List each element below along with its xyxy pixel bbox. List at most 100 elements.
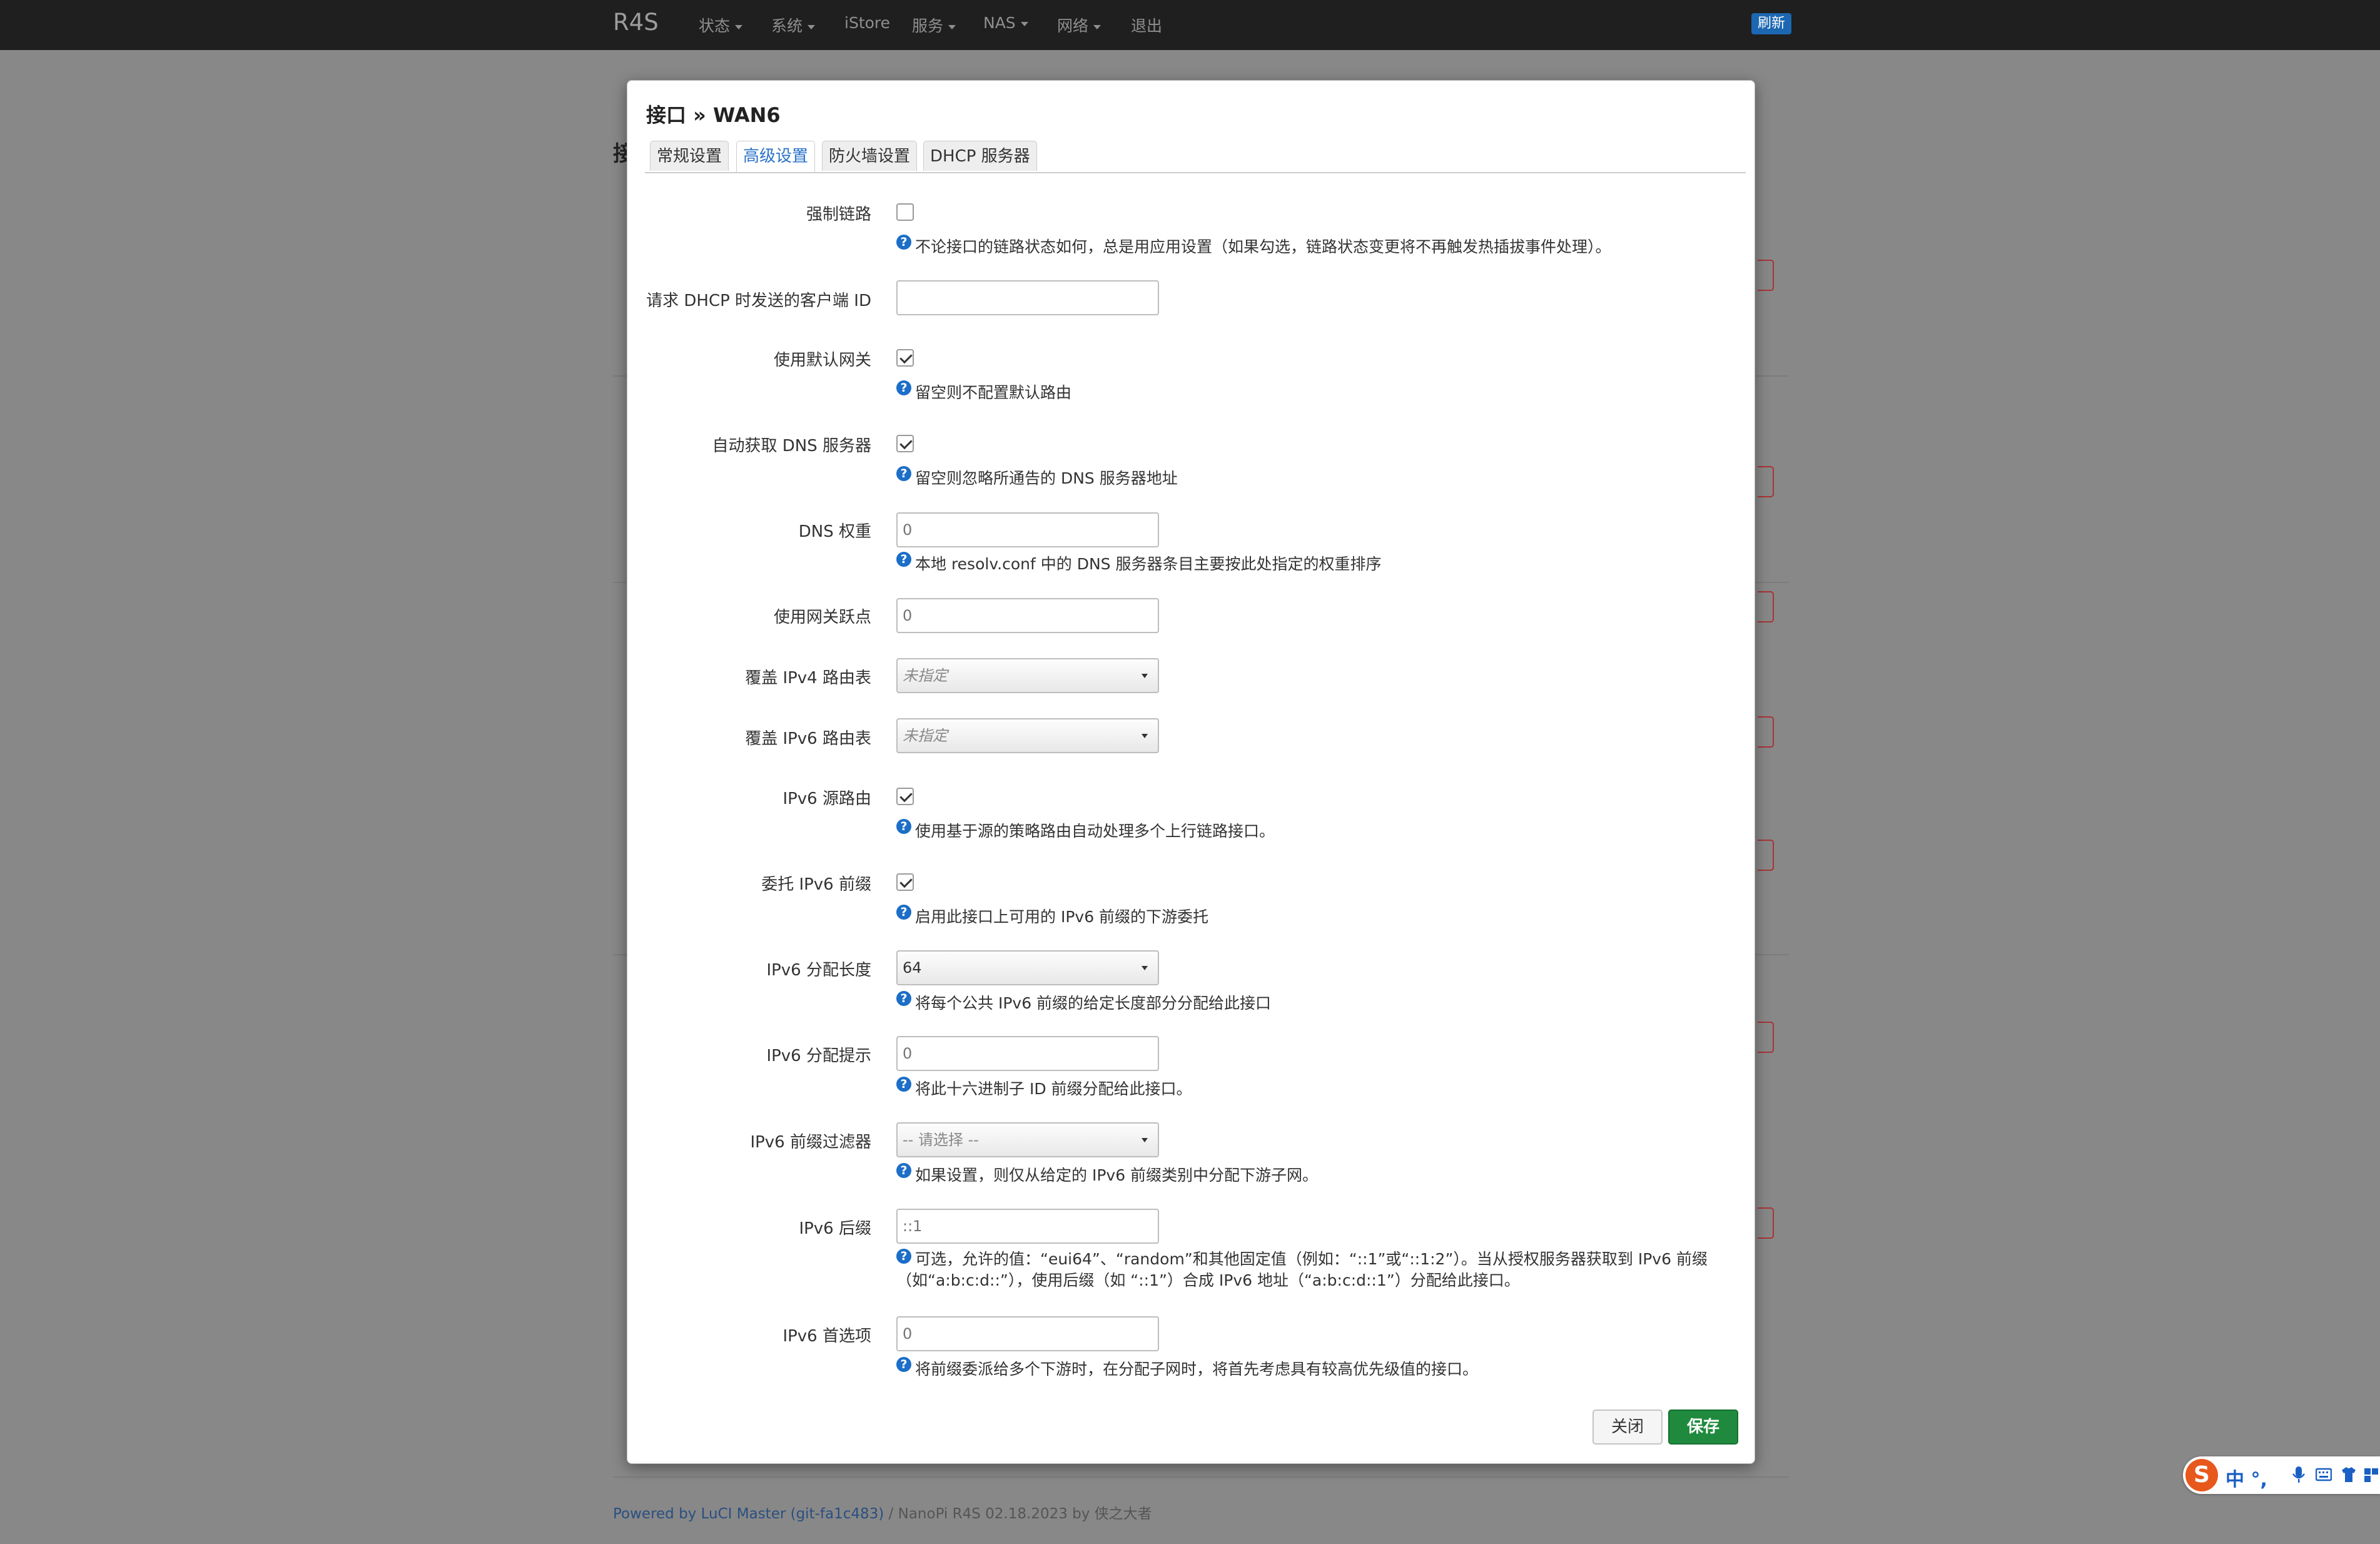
help-icon: ? xyxy=(896,380,911,395)
source-routing-checkbox[interactable] xyxy=(896,788,914,805)
nav-system-label: 系统 xyxy=(771,17,803,35)
source-routing-help: ? 使用基于源的策略路由自动处理多个上行链路接口。 xyxy=(896,819,1275,841)
nav-logout[interactable]: 退出 xyxy=(1131,14,1162,36)
nav-services[interactable]: 服务 xyxy=(912,14,956,36)
ipv4-table-label: 覆盖 IPv4 路由表 xyxy=(745,669,871,688)
interface-edit-modal: 接口 » WAN6 常规设置 高级设置 防火墙设置 DHCP 服务器 强制链路 … xyxy=(627,80,1755,1464)
help-icon: ? xyxy=(896,819,911,834)
help-icon: ? xyxy=(896,1249,911,1264)
force-link-help-text: 不论接口的链路状态如何，总是用应用设置（如果勾选，链路状态变更将不再触发热插拔事… xyxy=(915,238,1611,256)
peer-dns-label: 自动获取 DNS 服务器 xyxy=(712,437,871,455)
default-gateway-help: ? 留空则不配置默认路由 xyxy=(896,380,1071,403)
close-button[interactable]: 关闭 xyxy=(1593,1409,1663,1445)
modal-title: 接口 » WAN6 xyxy=(646,103,781,127)
background-button-edge xyxy=(1758,1022,1774,1053)
nav-logout-label: 退出 xyxy=(1131,17,1163,35)
tab-bar: 常规设置 高级设置 防火墙设置 DHCP 服务器 xyxy=(645,141,1746,173)
dropdown-arrow-icon xyxy=(1142,1138,1148,1142)
toolbox-icon[interactable] xyxy=(2363,1465,2379,1484)
client-id-input[interactable] xyxy=(896,280,1159,315)
help-icon: ? xyxy=(896,235,911,250)
help-icon: ? xyxy=(896,905,911,920)
nav-istore[interactable]: iStore xyxy=(844,14,890,32)
ipv6-table-select[interactable]: 未指定 xyxy=(896,718,1159,753)
chevron-down-icon xyxy=(808,24,816,29)
dropdown-arrow-icon xyxy=(1142,674,1148,678)
peer-dns-help-text: 留空则忽略所通告的 DNS 服务器地址 xyxy=(915,469,1178,487)
nav-network[interactable]: 网络 xyxy=(1057,14,1101,36)
ip6hint-input[interactable] xyxy=(896,1036,1159,1071)
sogou-logo-icon[interactable]: S xyxy=(2185,1459,2218,1491)
ipv4-table-select[interactable]: 未指定 xyxy=(896,658,1159,693)
background-button-edge xyxy=(1758,840,1774,871)
microphone-icon[interactable] xyxy=(2291,1465,2307,1484)
ip6class-help-text: 如果设置，则仅从给定的 IPv6 前缀类别中分配下游子网。 xyxy=(915,1166,1319,1184)
keyboard-icon[interactable] xyxy=(2316,1465,2332,1484)
footer: Powered by LuCI Master (git-fa1c483) / N… xyxy=(613,1501,1152,1523)
default-gateway-checkbox[interactable] xyxy=(896,349,914,367)
checkmark-icon xyxy=(899,436,913,450)
refresh-badge[interactable]: 刷新 xyxy=(1751,13,1792,34)
dns-weight-help: ? 本地 resolv.conf 中的 DNS 服务器条目主要按此处指定的权重排序 xyxy=(896,552,1381,574)
tab-firewall[interactable]: 防火墙设置 xyxy=(822,141,918,171)
ime-toolbar[interactable]: S 中 °, xyxy=(2183,1456,2380,1494)
help-icon: ? xyxy=(896,991,911,1006)
nav-nas-label: NAS xyxy=(983,14,1016,32)
nav-network-label: 网络 xyxy=(1057,17,1089,35)
ip6class-help: ? 如果设置，则仅从给定的 IPv6 前缀类别中分配下游子网。 xyxy=(896,1163,1318,1186)
default-gateway-help-text: 留空则不配置默认路由 xyxy=(915,383,1072,402)
background-button-edge xyxy=(1758,716,1774,748)
nav-status-label: 状态 xyxy=(699,17,731,35)
help-icon: ? xyxy=(896,466,911,481)
nav-status[interactable]: 状态 xyxy=(699,14,743,36)
dropdown-arrow-icon xyxy=(1142,966,1148,970)
background-button-edge xyxy=(1758,1207,1774,1239)
save-button[interactable]: 保存 xyxy=(1668,1409,1738,1445)
ip6-suffix-help-text: 可选，允许的值：“eui64”、“random”和其他固定值（例如：“::1”或… xyxy=(896,1250,1708,1289)
help-icon: ? xyxy=(896,552,911,567)
ipv6-table-label: 覆盖 IPv6 路由表 xyxy=(745,729,871,748)
ip6hint-help-text: 将此十六进制子 ID 前缀分配给此接口。 xyxy=(915,1080,1192,1098)
ip6class-select[interactable]: -- 请选择 -- xyxy=(896,1122,1159,1157)
ip6class-selected: -- 请选择 -- xyxy=(903,1131,979,1149)
ip6-weight-input[interactable] xyxy=(896,1316,1159,1351)
tab-advanced[interactable]: 高级设置 xyxy=(736,141,816,172)
nav-services-label: 服务 xyxy=(912,17,944,35)
dns-weight-label: DNS 权重 xyxy=(798,522,871,541)
nav-system[interactable]: 系统 xyxy=(771,14,816,36)
skin-shirt-icon[interactable] xyxy=(2341,1465,2357,1484)
ip6-weight-help: ? 将前缀委派给多个下游时，在分配子网时，将首先考虑具有较高优先级值的接口。 xyxy=(896,1357,1478,1379)
source-routing-label: IPv6 源路由 xyxy=(782,790,871,808)
divider xyxy=(613,1476,1789,1478)
delegate-help: ? 启用此接口上可用的 IPv6 前缀的下游委托 xyxy=(896,905,1208,927)
help-icon: ? xyxy=(896,1163,911,1178)
ip6-weight-label: IPv6 首选项 xyxy=(782,1327,871,1346)
brand-logo[interactable]: R4S xyxy=(613,9,659,36)
delegate-label: 委托 IPv6 前缀 xyxy=(761,875,871,894)
force-link-label: 强制链路 xyxy=(806,205,871,224)
ip6-suffix-input[interactable] xyxy=(896,1209,1159,1244)
checkmark-icon xyxy=(899,789,913,803)
background-button-edge xyxy=(1758,591,1774,622)
background-button-edge xyxy=(1758,260,1774,291)
help-icon: ? xyxy=(896,1357,911,1372)
footer-luci-link[interactable]: Powered by LuCI Master (git-fa1c483) xyxy=(613,1506,884,1522)
ipv6-table-selected: 未指定 xyxy=(903,727,948,744)
dns-weight-input[interactable] xyxy=(896,512,1159,547)
delegate-help-text: 启用此接口上可用的 IPv6 前缀的下游委托 xyxy=(915,908,1209,926)
metric-input[interactable] xyxy=(896,598,1159,633)
force-link-checkbox[interactable] xyxy=(896,203,914,221)
tab-dhcp-server[interactable]: DHCP 服务器 xyxy=(923,141,1037,171)
ip6assign-help: ? 将每个公共 IPv6 前缀的给定长度部分分配给此接口 xyxy=(896,991,1271,1013)
ip6-suffix-help: ? 可选，允许的值：“eui64”、“random”和其他固定值（例如：“::1”… xyxy=(896,1249,1734,1291)
peer-dns-checkbox[interactable] xyxy=(896,435,914,452)
footer-version-text: / NanoPi R4S 02.18.2023 by 侠之大者 xyxy=(884,1506,1152,1522)
ip6assign-select[interactable]: 64 xyxy=(896,950,1159,985)
nav-nas[interactable]: NAS xyxy=(983,14,1028,32)
ip6assign-selected: 64 xyxy=(903,959,922,977)
chevron-down-icon xyxy=(1093,24,1101,29)
tab-general[interactable]: 常规设置 xyxy=(650,141,729,171)
ime-mode-text[interactable]: 中 °, xyxy=(2226,1464,2267,1491)
help-icon: ? xyxy=(896,1077,911,1092)
delegate-checkbox[interactable] xyxy=(896,873,914,891)
